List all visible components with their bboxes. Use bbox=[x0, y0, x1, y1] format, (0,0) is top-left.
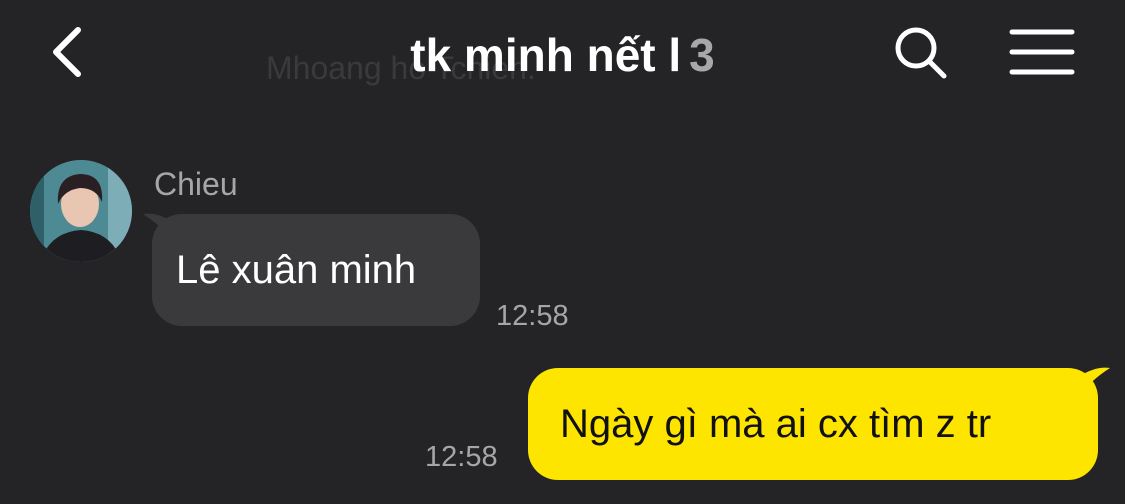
chat-screen: Mhoang ho Tchien. tk minh nết l3 Chieu L… bbox=[0, 0, 1125, 504]
sender-name: Chieu bbox=[154, 166, 238, 202]
member-count: 3 bbox=[689, 29, 715, 81]
search-icon bbox=[895, 27, 947, 79]
incoming-message-bubble[interactable]: Lê xuân minh bbox=[152, 214, 480, 326]
message-text: Lê xuân minh bbox=[176, 247, 417, 292]
hamburger-menu-icon bbox=[1009, 29, 1075, 75]
chat-title-text: tk minh nết l bbox=[410, 29, 682, 81]
avatar[interactable] bbox=[30, 160, 132, 262]
chat-header: Mhoang ho Tchien. tk minh nết l3 bbox=[0, 0, 1125, 110]
menu-button[interactable] bbox=[1008, 24, 1076, 80]
message-text: Ngày gì mà ai cx tìm z tr bbox=[560, 401, 992, 446]
message-timestamp: 12:58 bbox=[496, 300, 569, 332]
avatar-image bbox=[30, 160, 132, 262]
search-button[interactable] bbox=[890, 22, 952, 84]
message-timestamp: 12:58 bbox=[425, 441, 498, 473]
outgoing-message-bubble[interactable]: Ngày gì mà ai cx tìm z tr bbox=[528, 368, 1098, 480]
chat-title[interactable]: tk minh nết l3 bbox=[0, 28, 1125, 82]
